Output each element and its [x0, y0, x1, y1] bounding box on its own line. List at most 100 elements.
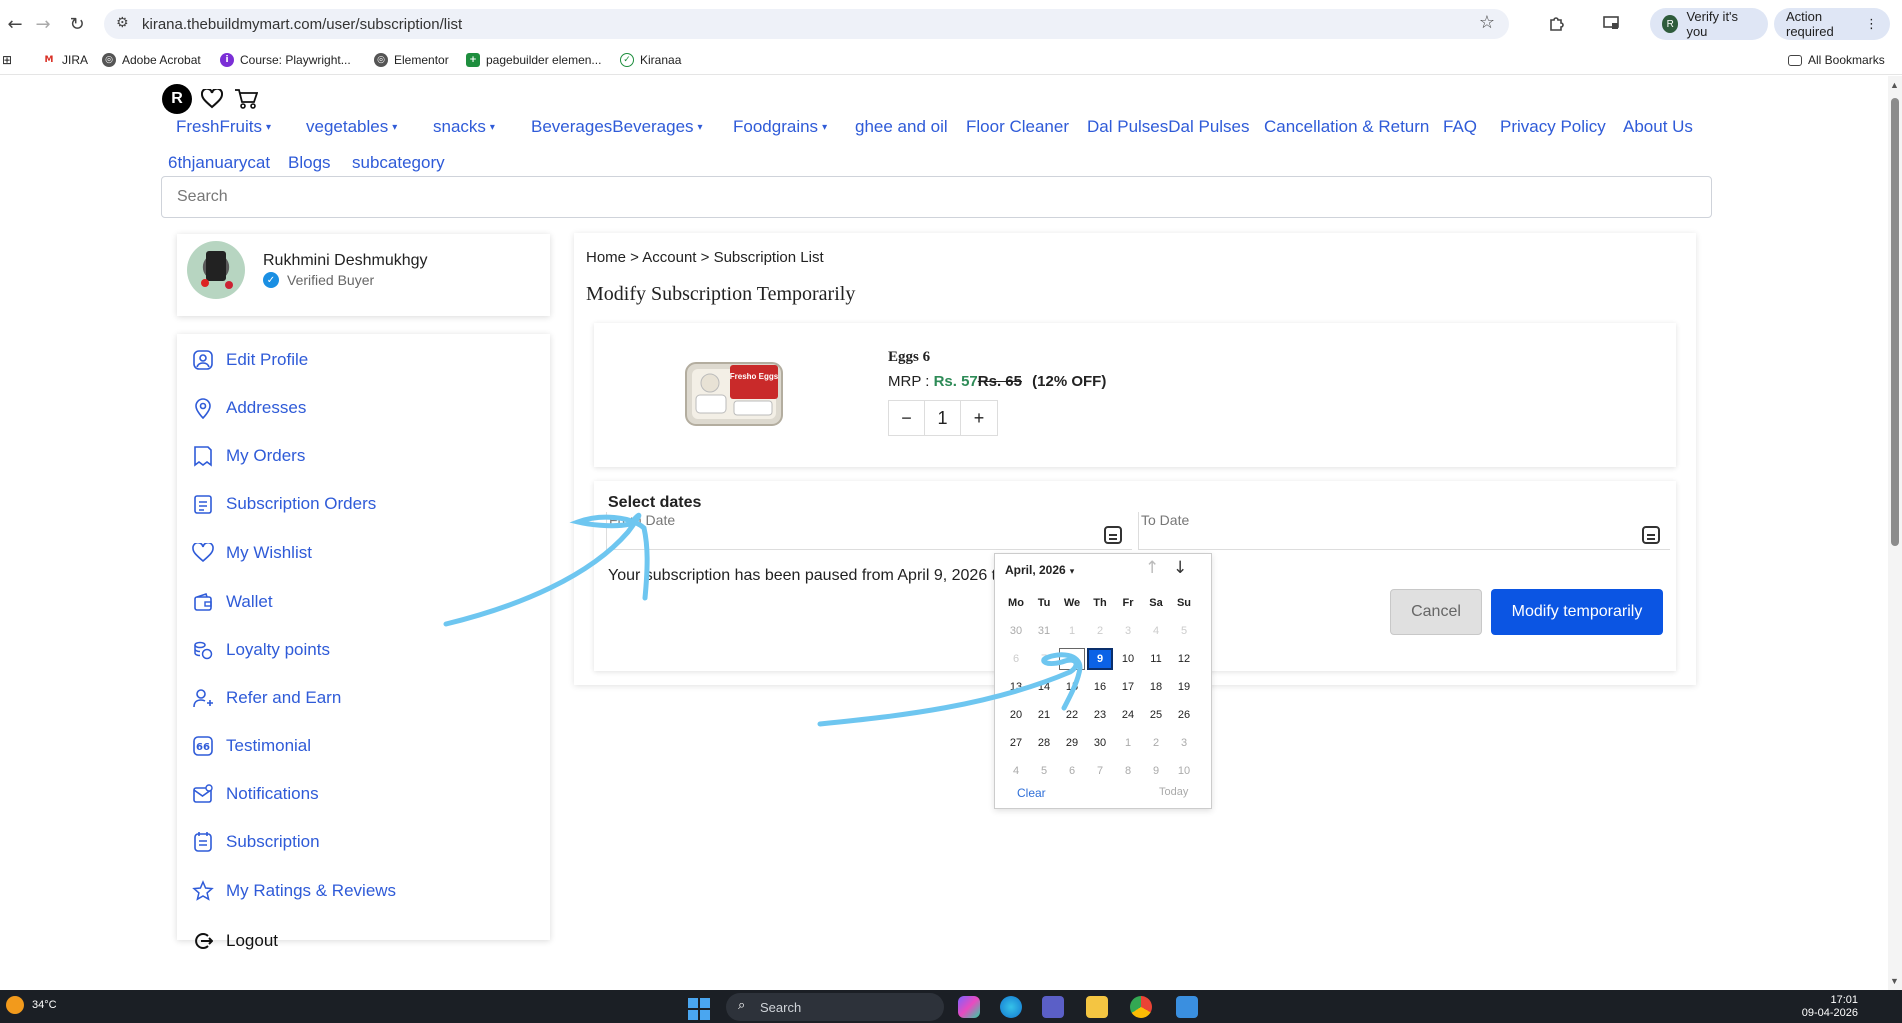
- sidebar-item-wallet[interactable]: Wallet: [192, 591, 273, 613]
- reload-icon[interactable]: ↻: [62, 9, 92, 39]
- calendar-day[interactable]: 24: [1115, 704, 1141, 726]
- calendar-day[interactable]: 21: [1031, 704, 1057, 726]
- sidebar-item-subscription[interactable]: Subscription: [192, 831, 320, 853]
- calendar-day[interactable]: 22: [1059, 704, 1085, 726]
- page-scrollbar[interactable]: ▲ ▼: [1888, 76, 1902, 990]
- calendar-day[interactable]: 25: [1143, 704, 1169, 726]
- menu-ghee-and-oil[interactable]: ghee and oil: [855, 117, 948, 137]
- menu-vegetables[interactable]: vegetables ▾: [306, 117, 397, 137]
- sidebar-item-ratings-reviews[interactable]: My Ratings & Reviews: [192, 880, 396, 902]
- taskbar-search[interactable]: ⌕ Search: [726, 993, 944, 1021]
- next-month-arrow-icon[interactable]: ↓: [1173, 558, 1187, 578]
- action-required-pill[interactable]: Action required ⋮: [1774, 8, 1890, 40]
- calendar-day[interactable]: 8: [1059, 648, 1085, 670]
- calendar-day[interactable]: 17: [1115, 676, 1141, 698]
- sidebar-item-subscription-orders[interactable]: Subscription Orders: [192, 493, 376, 515]
- system-clock[interactable]: 17:01 09-04-2026: [1802, 994, 1858, 1020]
- calendar-day[interactable]: 18: [1143, 676, 1169, 698]
- user-avatar[interactable]: R: [162, 84, 192, 114]
- sidebar-item-my-wishlist[interactable]: My Wishlist: [192, 542, 312, 564]
- qty-plus-button[interactable]: +: [961, 401, 997, 435]
- teams-icon[interactable]: [1042, 996, 1064, 1018]
- copilot-icon[interactable]: [958, 996, 980, 1018]
- notepad-icon[interactable]: [1176, 996, 1198, 1018]
- menu-6thjanuarycat[interactable]: 6thjanuarycat: [168, 153, 270, 173]
- bookmark-adobe-acrobat[interactable]: ◎ Adobe Acrobat: [102, 53, 201, 67]
- calendar-day[interactable]: 15: [1059, 676, 1085, 698]
- cart-icon[interactable]: [232, 85, 260, 113]
- bookmark-course-playwright[interactable]: i Course: Playwright...: [220, 53, 351, 67]
- calendar-day[interactable]: 12: [1171, 648, 1197, 670]
- bookmark-star-icon[interactable]: ☆: [1479, 12, 1495, 33]
- sidebar-item-my-orders[interactable]: My Orders: [192, 445, 305, 467]
- calendar-day[interactable]: 23: [1087, 704, 1113, 726]
- calendar-day[interactable]: 19: [1171, 676, 1197, 698]
- calendar-day[interactable]: 28: [1031, 732, 1057, 754]
- calendar-icon[interactable]: [1642, 526, 1660, 544]
- menu-blogs[interactable]: Blogs: [288, 153, 331, 173]
- menu-cancellation-return[interactable]: Cancellation & Return: [1264, 117, 1429, 137]
- bookmark-elementor[interactable]: ◎ Elementor: [374, 53, 449, 67]
- sidebar-item-notifications[interactable]: Notifications: [192, 783, 319, 805]
- forward-arrow-icon[interactable]: →: [28, 9, 58, 39]
- product-name: Eggs 6: [888, 349, 931, 365]
- menu-snacks[interactable]: snacks ▾: [433, 117, 495, 137]
- to-date-field[interactable]: To Date: [1138, 512, 1670, 550]
- menu-faq[interactable]: FAQ: [1443, 117, 1477, 137]
- menu-privacy-policy[interactable]: Privacy Policy: [1500, 117, 1606, 137]
- sidebar-item-edit-profile[interactable]: Edit Profile: [192, 349, 308, 371]
- bookmark-jira[interactable]: M JIRA: [42, 53, 88, 67]
- menu-subcategory[interactable]: subcategory: [352, 153, 445, 173]
- address-bar[interactable]: ⚙ kirana.thebuildmymart.com/user/subscri…: [104, 9, 1509, 39]
- from-date-field[interactable]: From Date: [606, 512, 1132, 550]
- chrome-icon[interactable]: [1130, 996, 1152, 1018]
- cancel-button[interactable]: Cancel: [1390, 589, 1482, 635]
- weather-widget[interactable]: 34°C: [6, 996, 57, 1014]
- bookmark-kiranaa[interactable]: ✓ Kiranaa: [620, 53, 681, 67]
- modify-temporarily-button[interactable]: Modify temporarily: [1491, 589, 1663, 635]
- menu-beverages[interactable]: BeveragesBeverages ▾: [531, 117, 703, 137]
- back-arrow-icon[interactable]: ←: [0, 9, 30, 39]
- sale-price: Rs. 57: [933, 373, 978, 390]
- calendar-day[interactable]: 14: [1031, 676, 1057, 698]
- cast-icon[interactable]: [1598, 10, 1624, 36]
- all-bookmarks[interactable]: All Bookmarks: [1788, 53, 1885, 67]
- menu-dal-pulses[interactable]: Dal PulsesDal Pulses: [1087, 117, 1250, 137]
- site-settings-icon[interactable]: ⚙: [116, 15, 129, 31]
- calendar-day[interactable]: 10: [1115, 648, 1141, 670]
- scrollbar-thumb[interactable]: [1891, 98, 1899, 546]
- calendar-day[interactable]: 27: [1003, 732, 1029, 754]
- menu-foodgrains[interactable]: Foodgrains ▾: [733, 117, 827, 137]
- calendar-day[interactable]: 26: [1171, 704, 1197, 726]
- calendar-day-selected[interactable]: 9: [1087, 648, 1113, 670]
- wishlist-heart-icon[interactable]: [198, 85, 226, 113]
- sidebar-item-refer-and-earn[interactable]: Refer and Earn: [192, 687, 341, 709]
- clear-date-button[interactable]: Clear: [1017, 786, 1046, 800]
- apps-grid-icon[interactable]: ⊞: [2, 53, 12, 67]
- extensions-icon[interactable]: [1544, 10, 1570, 36]
- more-menu-icon[interactable]: ⋮: [1865, 17, 1878, 32]
- calendar-day[interactable]: 30: [1087, 732, 1113, 754]
- previous-month-arrow-icon[interactable]: ↑: [1145, 558, 1159, 578]
- site-search-input[interactable]: Search: [161, 176, 1712, 218]
- verify-identity-pill[interactable]: R Verify it's you: [1650, 8, 1768, 40]
- windows-start-icon[interactable]: [688, 998, 710, 1020]
- sidebar-item-testimonial[interactable]: 66 Testimonial: [192, 735, 311, 757]
- calendar-day[interactable]: 16: [1087, 676, 1113, 698]
- calendar-day[interactable]: 20: [1003, 704, 1029, 726]
- calendar-icon[interactable]: [1104, 526, 1122, 544]
- file-explorer-icon[interactable]: [1086, 996, 1108, 1018]
- qty-minus-button[interactable]: −: [889, 401, 925, 435]
- calendar-day[interactable]: 29: [1059, 732, 1085, 754]
- menu-freshfruits[interactable]: FreshFruits ▾: [176, 117, 271, 137]
- bookmark-pagebuilder[interactable]: + pagebuilder elemen...: [466, 53, 601, 67]
- edge-icon[interactable]: [1000, 996, 1022, 1018]
- menu-floor-cleaner[interactable]: Floor Cleaner: [966, 117, 1069, 137]
- calendar-day[interactable]: 13: [1003, 676, 1029, 698]
- calendar-day[interactable]: 11: [1143, 648, 1169, 670]
- menu-about-us[interactable]: About Us: [1623, 117, 1693, 137]
- month-selector[interactable]: April, 2026 ▾: [1005, 563, 1074, 577]
- sidebar-item-addresses[interactable]: Addresses: [192, 397, 306, 419]
- sidebar-item-logout[interactable]: Logout: [192, 930, 278, 952]
- sidebar-item-loyalty-points[interactable]: Loyalty points: [192, 639, 330, 661]
